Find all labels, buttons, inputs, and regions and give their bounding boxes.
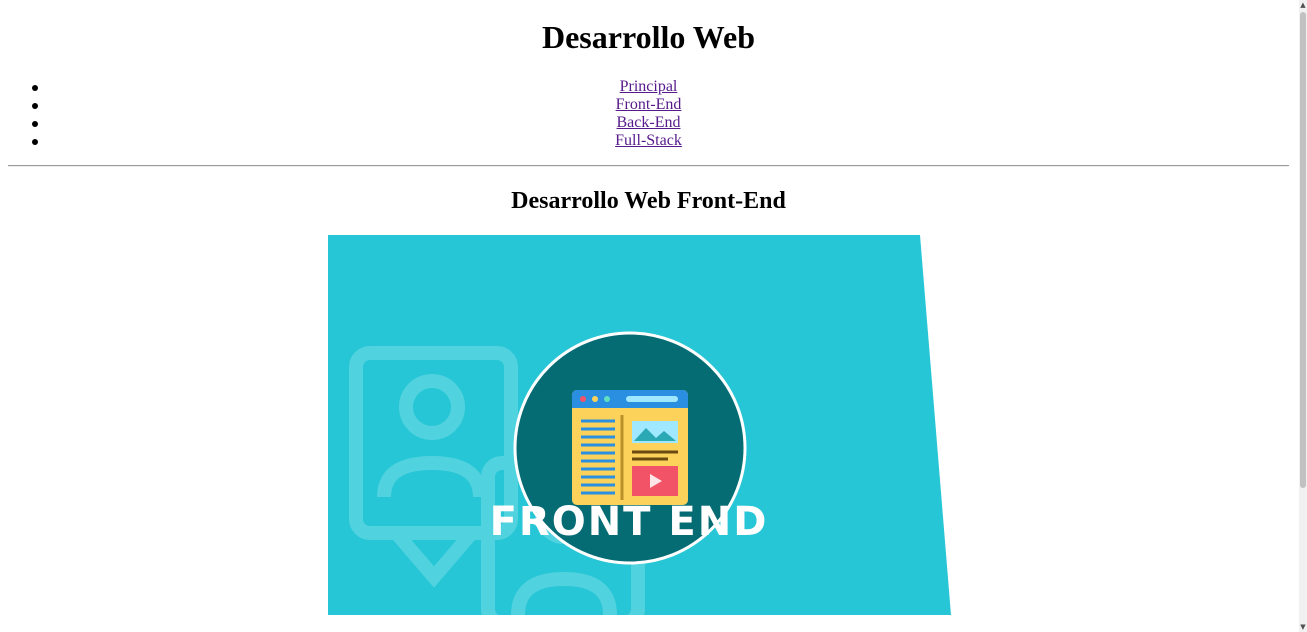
nav-item-back-end: Back-End: [0, 114, 1297, 132]
scroll-up-arrow-icon[interactable]: ▲: [1299, 0, 1307, 10]
front-end-hero-image: FRONT END: [328, 235, 951, 615]
bullet-icon: [32, 103, 38, 109]
hero-illustration: [328, 235, 951, 615]
browser-window-icon: [572, 390, 688, 505]
nav-link-full-stack[interactable]: Full-Stack: [615, 132, 682, 149]
scrollbar-thumb[interactable]: [1300, 12, 1306, 488]
nav-item-front-end: Front-End: [0, 96, 1297, 114]
hero-banner-text: FRONT END: [489, 499, 769, 545]
nav-link-principal[interactable]: Principal: [620, 78, 678, 95]
bullet-icon: [32, 85, 38, 91]
bullet-icon: [32, 121, 38, 127]
section-title: Desarrollo Web Front-End: [511, 188, 786, 214]
scroll-down-arrow-icon[interactable]: ▼: [1299, 622, 1307, 632]
nav-item-full-stack: Full-Stack: [0, 132, 1297, 150]
nav-menu: Principal Front-End Back-End Full-Stack: [0, 78, 1297, 150]
bullet-icon: [32, 139, 38, 145]
nav-item-principal: Principal: [0, 78, 1297, 96]
divider: [8, 165, 1289, 167]
vertical-scrollbar[interactable]: ▲ ▼: [1299, 0, 1307, 632]
nav-link-front-end[interactable]: Front-End: [616, 96, 682, 113]
page-title: Desarrollo Web: [541, 19, 756, 55]
nav-link-back-end[interactable]: Back-End: [617, 114, 681, 131]
page: Desarrollo Web Principal Front-End Back-…: [0, 0, 1299, 632]
